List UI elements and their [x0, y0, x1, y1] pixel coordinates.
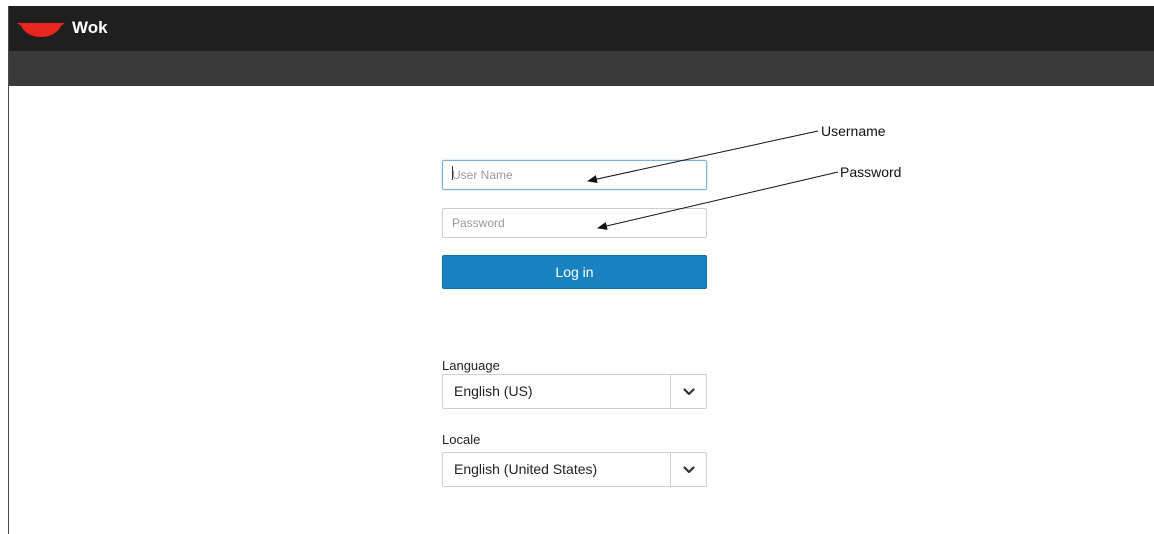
username-arrow — [587, 130, 819, 183]
annotation-arrows — [587, 130, 839, 230]
username-annotation: Username — [821, 123, 886, 139]
password-annotation: Password — [840, 164, 902, 180]
password-arrow — [597, 171, 839, 230]
